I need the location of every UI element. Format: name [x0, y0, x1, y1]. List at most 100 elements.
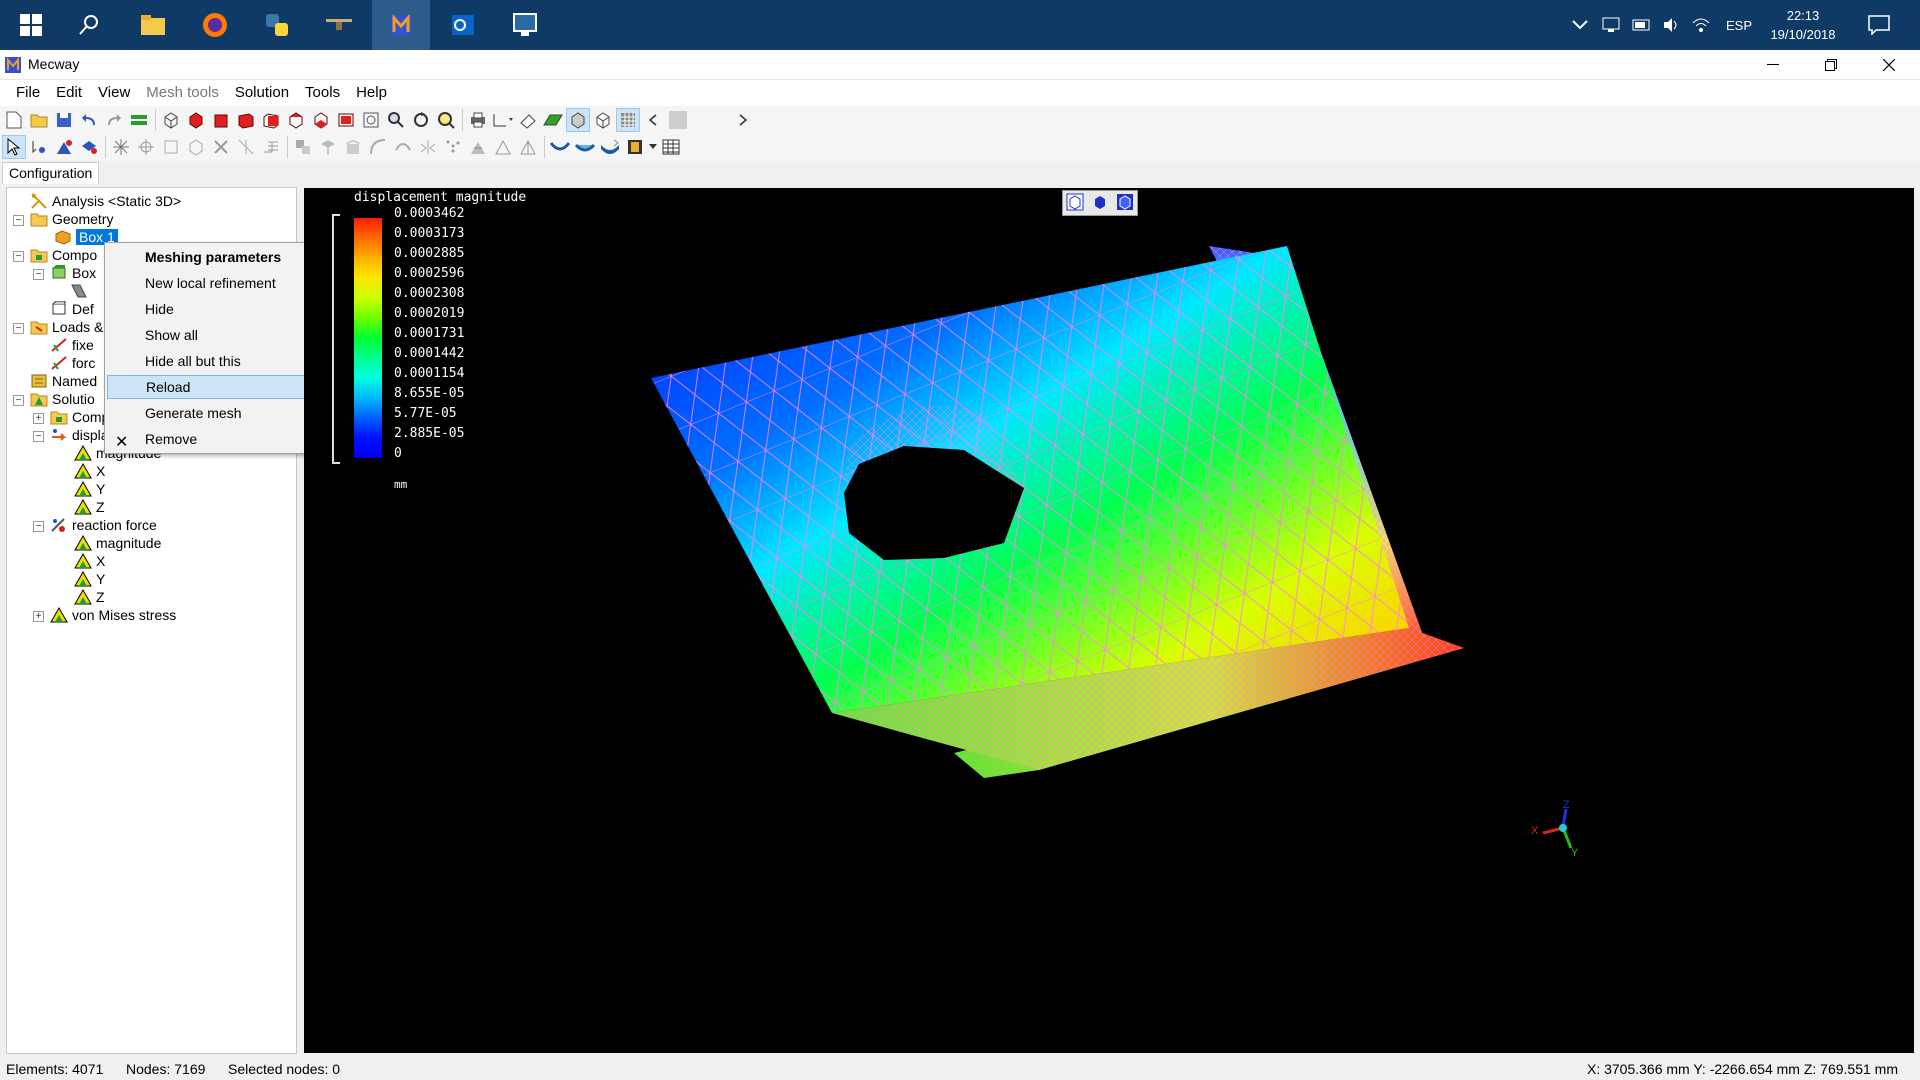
view-back-icon[interactable]	[209, 108, 233, 132]
zoom-icon[interactable]	[384, 108, 408, 132]
menu-item-meshing-parameters[interactable]: Meshing parameters	[107, 245, 329, 269]
tray-chevron-icon[interactable]	[1572, 0, 1588, 50]
view-left-icon[interactable]	[234, 108, 258, 132]
layers-icon[interactable]	[127, 108, 151, 132]
solid-edges-view-icon[interactable]	[1116, 193, 1134, 214]
3d-viewport[interactable]: displacement magnitude 0.0003462 0.00031…	[304, 188, 1914, 1053]
rotate-view-icon[interactable]	[409, 108, 433, 132]
menu-item-show-all[interactable]: Show all	[107, 323, 329, 347]
action-center-icon[interactable]	[1868, 0, 1890, 50]
language-indicator[interactable]: ESP	[1726, 0, 1752, 50]
menu-item-reload[interactable]: Reload	[107, 375, 329, 399]
expand-toggle[interactable]: +	[33, 413, 44, 424]
remote-desktop-icon[interactable]	[496, 0, 554, 50]
clip-plane-icon[interactable]	[516, 108, 540, 132]
collapse-toggle[interactable]: −	[13, 251, 24, 262]
select-elements-icon[interactable]	[52, 135, 76, 159]
collapse-toggle[interactable]: −	[13, 323, 24, 334]
expand-toggle[interactable]: +	[33, 611, 44, 622]
open-folder-icon[interactable]	[27, 108, 51, 132]
search-icon[interactable]	[60, 0, 118, 50]
wireframe-cube-icon[interactable]	[159, 108, 183, 132]
collapse-toggle[interactable]: −	[33, 521, 44, 532]
volume-icon[interactable]	[1662, 0, 1680, 50]
menu-item-generate-mesh[interactable]: Generate mesh	[107, 401, 329, 425]
mecway-taskbar-icon[interactable]	[372, 0, 430, 50]
new-file-icon[interactable]	[2, 108, 26, 132]
menu-mesh-tools[interactable]: Mesh tools	[138, 80, 227, 106]
extrude-tool-icon[interactable]	[259, 135, 283, 159]
view-front-icon[interactable]	[184, 108, 208, 132]
network-drive-icon[interactable]	[1602, 0, 1620, 50]
redo-icon[interactable]	[102, 108, 126, 132]
menu-solution[interactable]: Solution	[227, 80, 297, 106]
split-tool-icon[interactable]	[234, 135, 258, 159]
system-clock[interactable]: 22:13 19/10/2018	[1758, 6, 1848, 44]
menu-file[interactable]: File	[8, 80, 48, 106]
tet-tool-icon[interactable]	[516, 135, 540, 159]
file-explorer-icon[interactable]	[124, 0, 182, 50]
arc-tool-icon[interactable]	[366, 135, 390, 159]
revolve-tool-icon[interactable]	[391, 135, 415, 159]
view-top-icon[interactable]	[284, 108, 308, 132]
shaded-view-icon[interactable]	[566, 108, 590, 132]
explode-icon[interactable]	[109, 135, 133, 159]
print-icon[interactable]	[466, 108, 490, 132]
gray-swatch-icon[interactable]	[666, 108, 690, 132]
drone-app-icon[interactable]	[310, 0, 368, 50]
outlook-icon[interactable]	[434, 0, 492, 50]
move-tool-icon[interactable]	[316, 135, 340, 159]
triangle-tool-icon[interactable]	[491, 135, 515, 159]
battery-icon[interactable]	[1632, 0, 1652, 50]
select-faces-icon[interactable]	[77, 135, 101, 159]
minimize-button[interactable]	[1744, 50, 1802, 80]
python-icon[interactable]	[248, 0, 306, 50]
save-icon[interactable]	[52, 108, 76, 132]
scroll-right-icon[interactable]	[731, 108, 755, 132]
menu-edit[interactable]: Edit	[48, 80, 90, 106]
film-dropdown-icon[interactable]	[648, 135, 658, 159]
surface-icon[interactable]	[541, 108, 565, 132]
view-bottom-icon[interactable]	[309, 108, 333, 132]
delete-tool-icon[interactable]	[209, 135, 233, 159]
mirror-tool-icon[interactable]	[416, 135, 440, 159]
collapse-toggle[interactable]: −	[13, 215, 24, 226]
view-iso-icon[interactable]	[334, 108, 358, 132]
scatter-tool-icon[interactable]	[441, 135, 465, 159]
select-pointer-icon[interactable]	[2, 135, 26, 159]
collapse-toggle[interactable]: −	[13, 395, 24, 406]
axis-dropdown-icon[interactable]	[491, 108, 515, 132]
menu-item-remove[interactable]: ✕ Remove	[107, 427, 329, 451]
solid-view-icon[interactable]	[1091, 193, 1109, 214]
copy-tool-icon[interactable]	[291, 135, 315, 159]
cube-tool-icon[interactable]	[184, 135, 208, 159]
menu-item-new-local-refinement[interactable]: New local refinement	[107, 271, 329, 295]
outline-view-icon[interactable]	[591, 108, 615, 132]
menu-tools[interactable]: Tools	[297, 80, 348, 106]
square-tool-icon[interactable]	[159, 135, 183, 159]
select-nodes-icon[interactable]	[27, 135, 51, 159]
refine-tool-icon[interactable]	[466, 135, 490, 159]
wifi-icon[interactable]	[1692, 0, 1710, 50]
film-tool-icon[interactable]	[623, 135, 647, 159]
firefox-icon[interactable]	[186, 0, 244, 50]
restore-button[interactable]	[1802, 50, 1860, 80]
colorbar-slider[interactable]	[332, 214, 340, 464]
menu-item-hide[interactable]: Hide	[107, 297, 329, 321]
zoom-fit-icon[interactable]	[434, 108, 458, 132]
tab-configuration[interactable]: Configuration	[2, 162, 100, 184]
view-right-icon[interactable]	[259, 108, 283, 132]
menu-view[interactable]: View	[90, 80, 138, 106]
zoom-window-icon[interactable]	[359, 108, 383, 132]
close-button[interactable]	[1860, 50, 1918, 80]
deform-tool-icon[interactable]	[573, 135, 597, 159]
rotate-tool-icon[interactable]	[341, 135, 365, 159]
table-icon[interactable]	[659, 135, 683, 159]
collapse-toggle[interactable]: −	[33, 431, 44, 442]
mesh-view-icon[interactable]	[616, 108, 640, 132]
windows-start-icon[interactable]	[2, 0, 60, 50]
node-tool-icon[interactable]	[134, 135, 158, 159]
undo-icon[interactable]	[77, 108, 101, 132]
animate-tool-icon[interactable]	[598, 135, 622, 159]
scroll-left-icon[interactable]	[641, 108, 665, 132]
